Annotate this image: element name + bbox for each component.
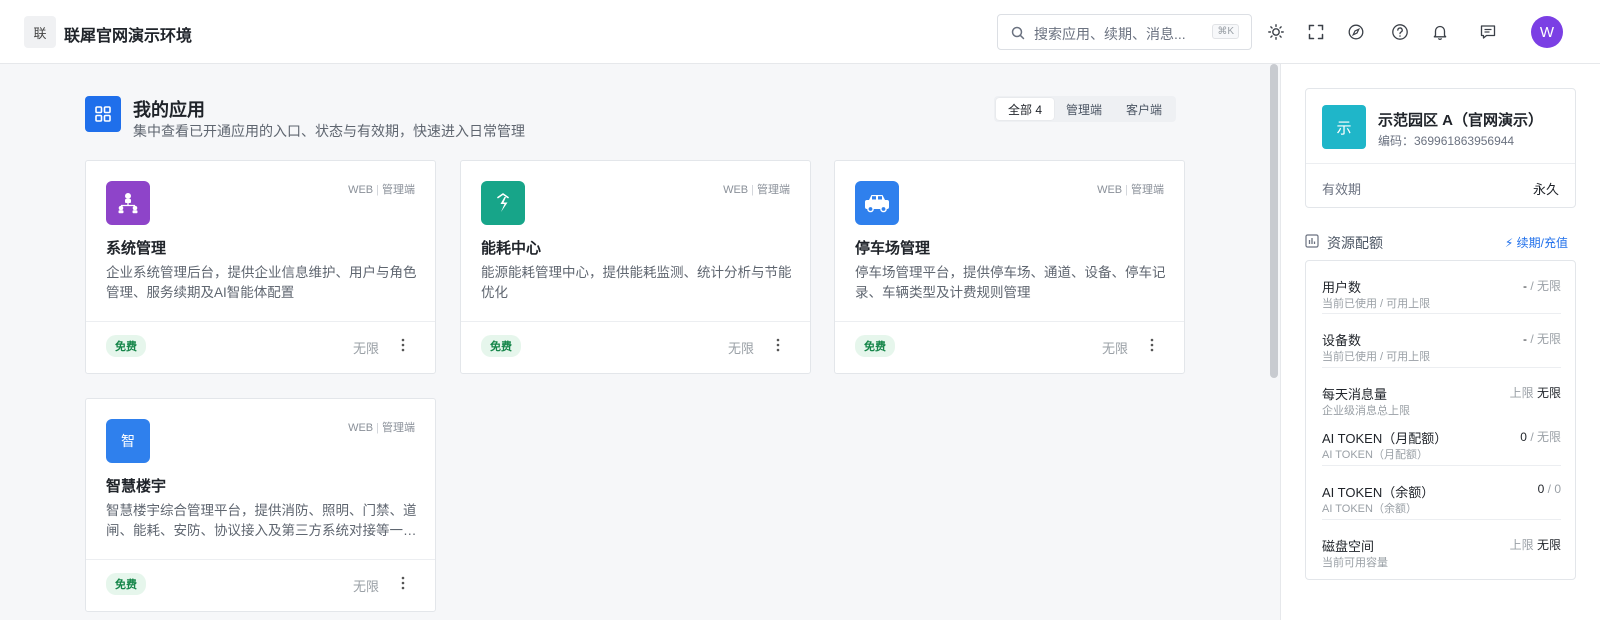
sun-icon [1268, 24, 1284, 40]
resources-header: 资源配额 ⚡ 续期/充值 [1305, 232, 1576, 252]
resource-row-disk: 磁盘空间 当前可用容量 上限 无限 [1322, 538, 1561, 569]
app-card-parking[interactable]: WEB | 管理端 停车场管理 停车场管理平台，提供停车场、通道、设备、停车记录、车… [834, 160, 1185, 374]
resources-list: 用户数 当前已使用 / 可用上限 - / 无限 设备数 当前已使用 / 可用上限… [1305, 260, 1576, 580]
price-badge: 免费 [855, 335, 895, 357]
scrollbar-thumb[interactable] [1270, 64, 1278, 378]
card-description: 停车场管理平台，提供停车场、通道、设备、停车记录、车辆类型及计费规则管理 [855, 265, 1166, 300]
card-tags: WEB | 管理端 [1097, 184, 1164, 196]
card-description: 企业系统管理后台，提供企业信息维护、用户与角色管理、服务续期及AI智能体配置 [106, 265, 417, 300]
search-placeholder: 搜索应用、续期、消息... [1034, 26, 1186, 42]
tab-all[interactable]: 全部 4 [996, 98, 1055, 120]
help-button[interactable] [1389, 21, 1411, 43]
org-logo: 示 [1322, 105, 1366, 149]
divider [461, 321, 810, 322]
search-input[interactable]: 搜索应用、续期、消息... ⌘K [997, 14, 1252, 50]
app-title: 联犀官网演示环境 [64, 28, 193, 45]
search-icon [1011, 26, 1025, 40]
app-card-energy[interactable]: WEB | 管理端 能耗中心 能源能耗管理中心，提供能耗监测、统计分析与节能优化 免… [460, 160, 811, 374]
divider [86, 321, 435, 322]
card-title: 智慧楼宇 [106, 478, 167, 495]
fullscreen-icon [1308, 24, 1324, 40]
org-card: 示 示范园区 A（官网演示） 编码：369961863956944 有效期 永久 [1305, 88, 1576, 208]
compass-icon [1348, 24, 1364, 40]
page-title: 我的应用 [133, 100, 205, 120]
validity-text: 无限 [1101, 341, 1128, 356]
card-description: 能源能耗管理中心，提供能耗监测、统计分析与节能优化 [481, 265, 792, 300]
tab-admin[interactable]: 管理端 [1054, 98, 1114, 120]
car-icon [855, 181, 899, 225]
card-tags: WEB | 管理端 [348, 422, 415, 434]
resources-title: 资源配额 [1327, 235, 1383, 251]
message-icon [1480, 25, 1496, 39]
divider [1322, 313, 1561, 314]
filter-tabs: 全部 4 管理端 客户端 [994, 96, 1177, 122]
bell-icon [1433, 25, 1447, 40]
price-badge: 免费 [106, 335, 146, 357]
card-description: 智慧楼宇综合管理平台，提供消防、照明、门禁、道闸、能耗、安防、协议接入及第三方系… [106, 503, 417, 538]
fullscreen-button[interactable] [1305, 21, 1327, 43]
card-tags: WEB | 管理端 [348, 184, 415, 196]
app-card-system[interactable]: WEB | 管理端 系统管理 企业系统管理后台，提供企业信息维护、用户与角色管理、服… [85, 160, 436, 374]
divider [1322, 465, 1561, 466]
org-chart-icon [106, 181, 150, 225]
divider [86, 559, 435, 560]
validity-label: 有效期 [1322, 182, 1362, 197]
renew-link[interactable]: ⚡ 续期/充值 [1505, 234, 1568, 251]
card-title: 停车场管理 [855, 240, 931, 257]
shortcut-hint: ⌘K [1212, 24, 1239, 39]
messages-button[interactable] [1477, 21, 1499, 43]
page-subtitle: 集中查看已开通应用的入口、状态与有效期，快速进入日常管理 [133, 123, 525, 139]
theme-toggle-button[interactable] [1265, 21, 1287, 43]
org-code: 编码：369961863956944 [1378, 134, 1515, 148]
resource-row-users: 用户数 当前已使用 / 可用上限 - / 无限 [1322, 279, 1561, 310]
more-icon[interactable] [1144, 336, 1160, 354]
divider [835, 321, 1184, 322]
validity-value: 永久 [1532, 182, 1559, 197]
more-icon[interactable] [770, 336, 786, 354]
notifications-button[interactable] [1429, 21, 1451, 43]
divider [1322, 519, 1561, 520]
help-icon [1392, 24, 1408, 40]
top-bar: 联 联犀官网演示环境 搜索应用、续期、消息... ⌘K W [0, 0, 1600, 64]
right-panel: 示 示范园区 A（官网演示） 编码：369961863956944 有效期 永久… [1281, 64, 1600, 620]
org-name: 示范园区 A（官网演示） [1378, 112, 1544, 129]
card-tags: WEB | 管理端 [723, 184, 790, 196]
validity-text: 无限 [352, 579, 379, 594]
card-title: 能耗中心 [481, 240, 542, 257]
avatar[interactable]: W [1531, 16, 1563, 48]
tab-client[interactable]: 客户端 [1114, 98, 1174, 120]
brand-logo[interactable]: 联 [24, 16, 56, 48]
lightning-icon: ⚡ [1504, 236, 1514, 250]
chart-icon [1305, 234, 1319, 248]
card-title: 系统管理 [106, 240, 167, 257]
apps-grid-icon [85, 96, 121, 132]
divider [1306, 163, 1575, 164]
energy-icon [481, 181, 525, 225]
building-app-icon: 智 [106, 419, 150, 463]
more-icon[interactable] [395, 336, 411, 354]
validity-text: 无限 [727, 341, 754, 356]
price-badge: 免费 [106, 573, 146, 595]
validity-text: 无限 [352, 341, 379, 356]
explore-button[interactable] [1345, 21, 1367, 43]
app-card-building[interactable]: 智 WEB | 管理端 智慧楼宇 智慧楼宇综合管理平台，提供消防、照明、门禁、道闸、… [85, 398, 436, 612]
divider [1322, 367, 1561, 368]
resource-row-messages: 每天消息量 企业级消息总上限 上限 无限 [1322, 386, 1561, 417]
more-icon[interactable] [395, 574, 411, 592]
price-badge: 免费 [481, 335, 521, 357]
